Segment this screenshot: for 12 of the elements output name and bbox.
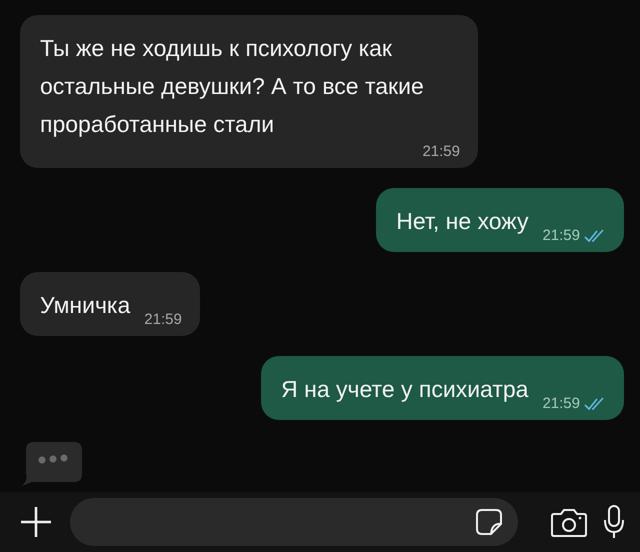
message-time: 21:59 <box>542 395 580 412</box>
microphone-icon[interactable] <box>602 504 626 540</box>
message-text: Ты же не ходишь к психологу как остальные девушки? А то все такие проработанные стали <box>40 34 425 139</box>
message-text: Умничка <box>40 291 130 320</box>
message-text: Я на учете у психиатра <box>281 375 528 404</box>
message-text: Нет, не хожу <box>396 207 528 236</box>
sticker-icon[interactable] <box>474 507 504 537</box>
message-time: 21:59 <box>542 227 580 244</box>
message-time: 21:59 <box>144 311 182 328</box>
camera-icon[interactable] <box>550 506 588 538</box>
message-input-field[interactable] <box>70 498 518 546</box>
message-time: 21:59 <box>422 143 460 160</box>
